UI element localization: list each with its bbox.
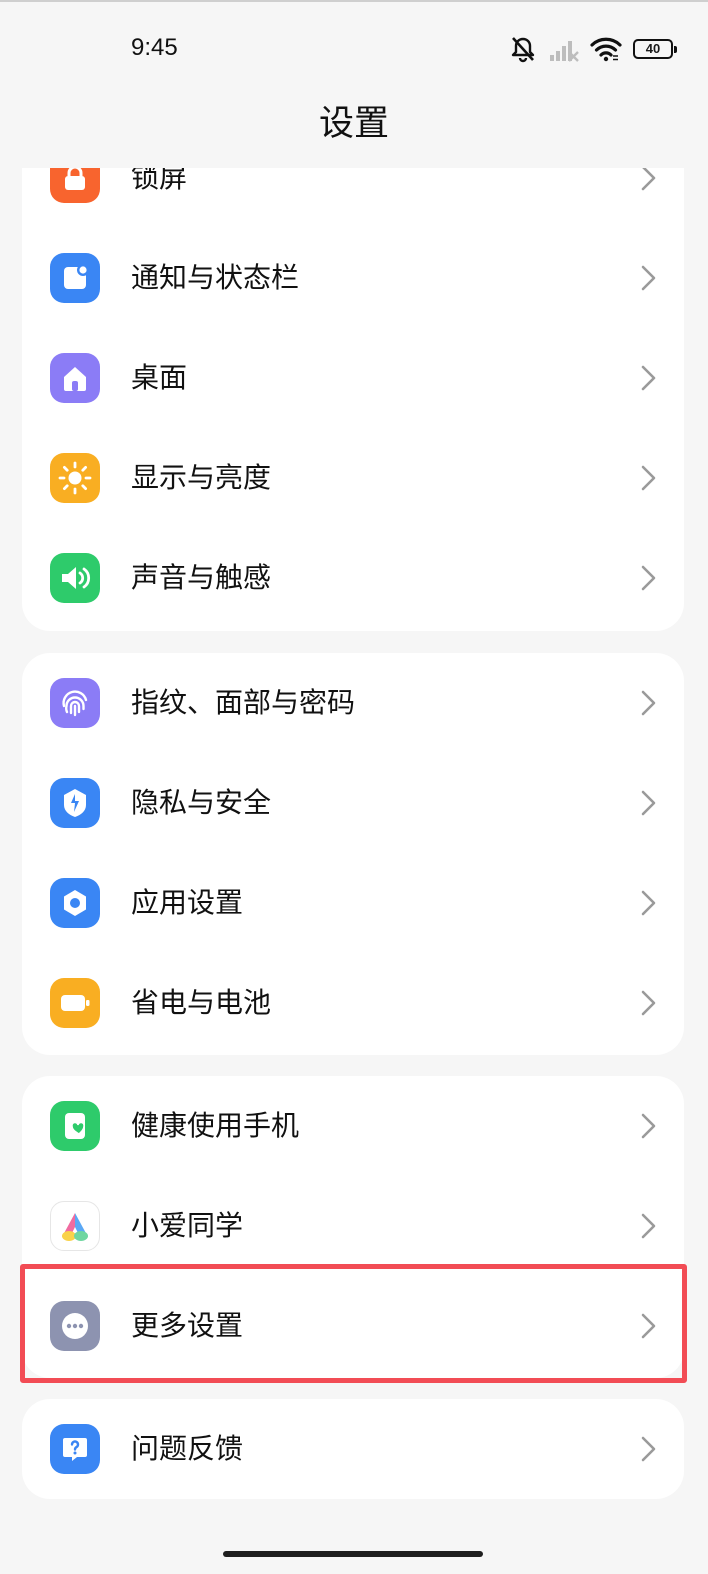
settings-item-label: 桌面: [131, 361, 188, 394]
chevron-right-icon: [638, 463, 658, 497]
chevron-right-icon: [638, 1111, 658, 1145]
settings-item-display-brightness[interactable]: 显示与亮度: [22, 428, 684, 528]
chevron-right-icon: [638, 788, 658, 822]
settings-item-label: 指纹、面部与密码: [131, 686, 356, 719]
settings-item-label: 隐私与安全: [131, 786, 272, 819]
settings-item-privacy-security[interactable]: 隐私与安全: [22, 753, 684, 853]
settings-item-label: 省电与电池: [131, 986, 272, 1019]
page-title: 设置: [318, 104, 389, 144]
settings-item-battery[interactable]: 省电与电池: [22, 953, 684, 1053]
settings-item-app-settings[interactable]: 应用设置: [22, 853, 684, 953]
notification-icon: [50, 253, 100, 303]
chevron-right-icon: [638, 263, 658, 297]
chevron-right-icon: [638, 1311, 658, 1345]
chevron-right-icon: [638, 168, 658, 197]
wifi-icon: [590, 36, 622, 62]
settings-item-label: 锁屏: [131, 168, 188, 194]
battery-indicator: 40: [633, 39, 677, 59]
no-signal-icon: [549, 36, 579, 62]
chevron-right-icon: [638, 1211, 658, 1245]
status-icons: 40: [508, 34, 677, 64]
chevron-right-icon: [638, 888, 658, 922]
settings-item-home-screen[interactable]: 桌面: [22, 328, 684, 428]
home-indicator[interactable]: [223, 1551, 483, 1557]
settings-item-label: 小爱同学: [131, 1209, 244, 1242]
settings-item-label: 通知与状态栏: [131, 261, 300, 294]
battery-icon: [50, 978, 100, 1028]
chevron-right-icon: [638, 688, 658, 722]
status-bar: 9:45 40: [0, 0, 708, 96]
more-icon: [50, 1301, 100, 1351]
heart-phone-icon: [50, 1101, 100, 1151]
settings-item-fingerprint-face-password[interactable]: 指纹、面部与密码: [22, 653, 684, 753]
settings-item-label: 健康使用手机: [131, 1109, 300, 1142]
xiaoai-icon: [50, 1201, 100, 1251]
shield-icon: [50, 778, 100, 828]
settings-group-security: 指纹、面部与密码 隐私与安全 应用设置 省电与电池: [22, 653, 684, 1055]
settings-item-xiaoai[interactable]: 小爱同学: [22, 1176, 684, 1276]
home-icon: [50, 353, 100, 403]
settings-item-digital-wellbeing[interactable]: 健康使用手机: [22, 1076, 684, 1176]
settings-item-label: 更多设置: [131, 1309, 244, 1342]
settings-group-feedback: 问题反馈: [22, 1399, 684, 1499]
settings-item-label: 声音与触感: [131, 561, 272, 594]
chevron-right-icon: [638, 1434, 658, 1468]
settings-list[interactable]: 锁屏 通知与状态栏 桌面 显示与亮度 声音与触感 指纹、面部与密码 隐私与安全 …: [0, 168, 708, 1538]
settings-item-label: 显示与亮度: [131, 461, 272, 494]
settings-item-sound-haptics[interactable]: 声音与触感: [22, 528, 684, 628]
mute-bell-icon: [508, 35, 538, 63]
lock-icon: [50, 168, 100, 203]
hexagon-icon: [50, 878, 100, 928]
settings-group-misc: 健康使用手机 小爱同学 更多设置: [22, 1076, 684, 1378]
feedback-icon: [50, 1424, 100, 1474]
settings-item-more-settings[interactable]: 更多设置: [22, 1276, 684, 1376]
chevron-right-icon: [638, 363, 658, 397]
chevron-right-icon: [638, 988, 658, 1022]
settings-item-notifications[interactable]: 通知与状态栏: [22, 228, 684, 328]
settings-item-label: 问题反馈: [131, 1432, 244, 1465]
settings-item-label: 应用设置: [131, 886, 244, 919]
settings-item-feedback[interactable]: 问题反馈: [22, 1399, 684, 1499]
settings-group-display: 锁屏 通知与状态栏 桌面 显示与亮度 声音与触感: [22, 168, 684, 631]
fingerprint-icon: [50, 678, 100, 728]
settings-item-lock-screen[interactable]: 锁屏: [22, 168, 684, 228]
sun-icon: [50, 453, 100, 503]
speaker-icon: [50, 553, 100, 603]
status-time: 9:45: [131, 34, 178, 61]
chevron-right-icon: [638, 563, 658, 597]
